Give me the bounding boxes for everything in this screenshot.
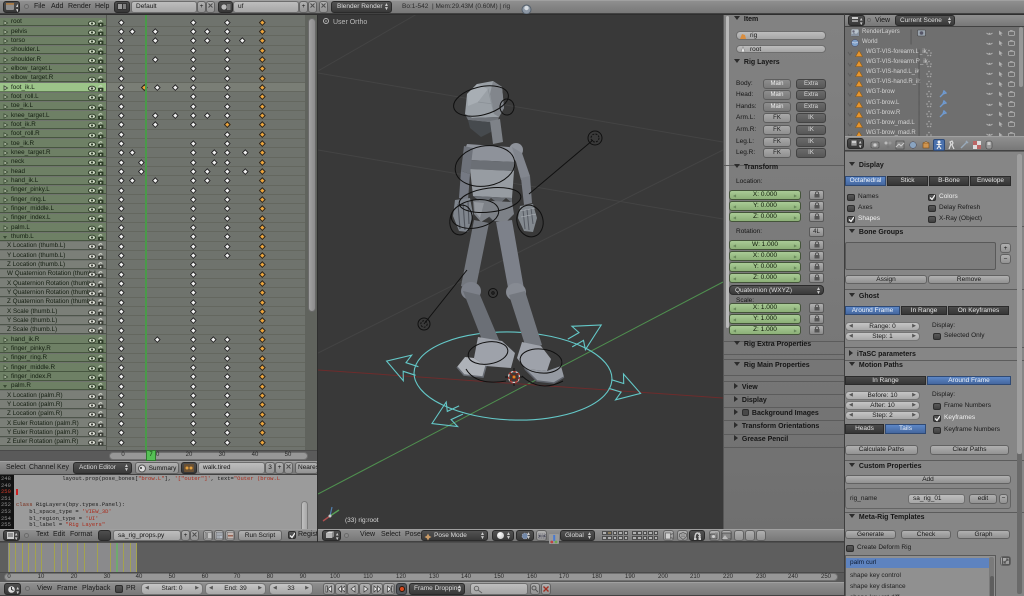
svg-text:▼: ▼ bbox=[335, 536, 339, 540]
svg-text:(33) rig:root: (33) rig:root bbox=[345, 517, 379, 524]
svg-text:▼: ▼ bbox=[14, 536, 18, 540]
svg-text:▼: ▼ bbox=[858, 144, 862, 148]
svg-text:User Ortho: User Ortho bbox=[333, 19, 367, 26]
svg-text:▼: ▼ bbox=[15, 8, 18, 12]
svg-text:▼: ▼ bbox=[15, 590, 19, 594]
svg-text:▼: ▼ bbox=[859, 21, 863, 25]
